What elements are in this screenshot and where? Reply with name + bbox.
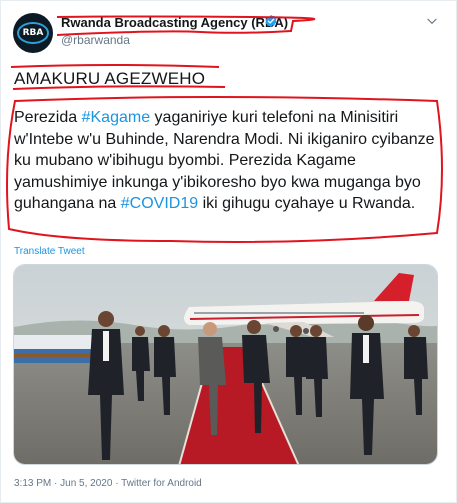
hashtag-link[interactable]: #COVID19 bbox=[121, 195, 198, 212]
crowd-left bbox=[14, 335, 94, 363]
tweet-photo[interactable] bbox=[13, 264, 438, 465]
translate-tweet-link[interactable]: Translate Tweet bbox=[14, 246, 85, 257]
tweet-date[interactable]: Jun 5, 2020 bbox=[60, 478, 112, 489]
hashtag-link[interactable]: #Kagame bbox=[82, 109, 151, 126]
photo-scene bbox=[14, 265, 437, 464]
tweet-body: Perezida #Kagame yaganiriye kuri telefon… bbox=[14, 107, 446, 215]
avatar[interactable]: RBA bbox=[13, 13, 53, 53]
tweet-card: RBA Rwanda Broadcasting Agency (RBA) @rb… bbox=[0, 0, 457, 503]
tweet-time[interactable]: 3:13 PM bbox=[14, 478, 51, 489]
tweet-meta: 3:13 PM · Jun 5, 2020 · Twitter for Andr… bbox=[14, 478, 202, 489]
body-text-part: Perezida bbox=[14, 109, 82, 126]
body-text-part: iki gihugu cyahaye u Rwanda. bbox=[198, 195, 416, 212]
meta-separator: · bbox=[54, 478, 58, 489]
display-name[interactable]: Rwanda Broadcasting Agency (RBA) bbox=[61, 15, 288, 30]
handle[interactable]: @rbarwanda bbox=[61, 33, 130, 47]
tweet-source[interactable]: Twitter for Android bbox=[121, 478, 202, 489]
tweet-headline: AMAKURU AGEZWEHO bbox=[14, 69, 206, 88]
meta-separator: · bbox=[115, 478, 119, 489]
verified-badge-icon bbox=[265, 14, 277, 28]
chevron-down-icon[interactable] bbox=[425, 14, 439, 28]
avatar-logo-text: RBA bbox=[22, 28, 44, 38]
